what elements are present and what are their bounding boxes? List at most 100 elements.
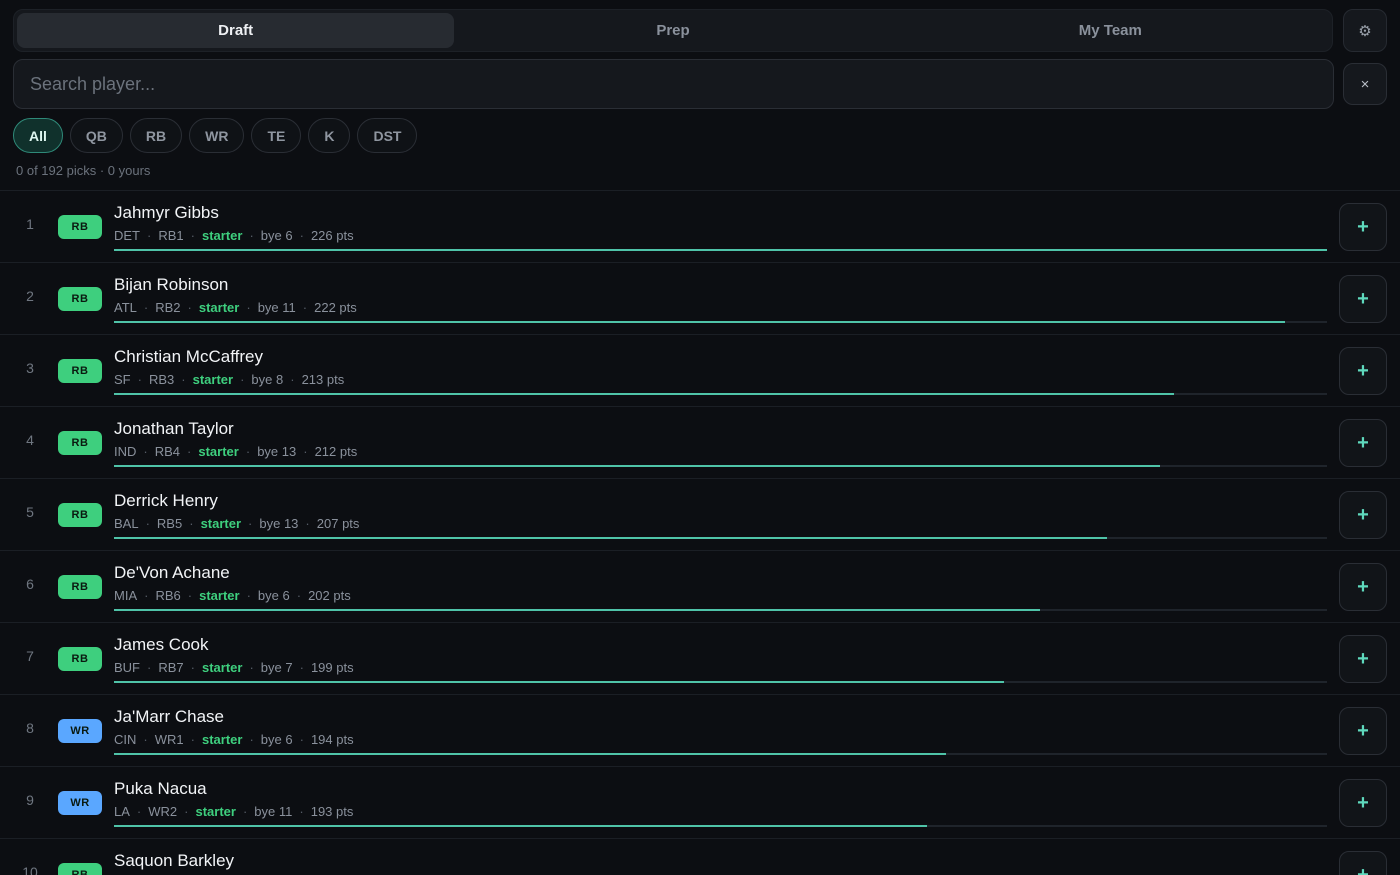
filter-dst[interactable]: DST [357,118,418,153]
close-icon: × [1360,75,1370,93]
search-input[interactable] [13,59,1334,109]
separator: · [242,804,248,819]
filter-qb[interactable]: QB [69,118,123,153]
player-bye: bye 13 [259,516,299,531]
player-meta: BAL · RB5 · starter · bye 13 · 207 pts [114,516,359,531]
player-name[interactable]: Ja'Marr Chase [114,707,224,727]
player-name[interactable]: Jahmyr Gibbs [114,203,219,223]
player-row[interactable]: 9 WR Puka Nacua LA · WR2 · starter · bye 11 · 19… [0,767,1400,839]
value-bar [114,681,1327,683]
player-position-rank: RB5 [156,516,183,531]
separator: · [189,516,194,531]
player-team: CIN [114,732,137,747]
separator: · [184,804,189,819]
filter-te[interactable]: TE [251,118,302,153]
add-player-button[interactable]: + [1339,491,1387,539]
separator: · [249,660,254,675]
player-rank: 4 [26,432,34,448]
player-row[interactable]: 6 RB De'Von Achane MIA · RB6 · starter · bye 6… [0,551,1400,623]
player-points: 194 pts [310,732,354,747]
tab-my-team[interactable]: My Team [892,13,1329,48]
separator: · [302,300,308,315]
separator: · [190,660,195,675]
player-row[interactable]: 10 RB Saquon Barkley + [0,839,1400,875]
player-row[interactable]: 1 RB Jahmyr Gibbs DET · RB1 · starter · bye 6 ·… [0,191,1400,263]
player-name[interactable]: De'Von Achane [114,563,230,583]
separator: · [299,228,304,243]
plus-icon: + [1357,431,1369,454]
plus-icon: + [1357,791,1369,814]
separator: · [248,516,253,531]
player-points: 213 pts [301,372,345,387]
player-position-rank: RB6 [155,588,181,603]
top-nav: Draft Prep My Team ⚙ [13,9,1387,53]
tab-bar: Draft Prep My Team [13,9,1333,52]
settings-button[interactable]: ⚙ [1343,9,1387,52]
player-name[interactable]: Christian McCaffrey [114,347,263,367]
add-player-button[interactable]: + [1339,563,1387,611]
add-player-button[interactable]: + [1339,779,1387,827]
player-row[interactable]: 4 RB Jonathan Taylor IND · RB4 · starter · bye… [0,407,1400,479]
tab-prep[interactable]: Prep [454,13,891,48]
add-player-button[interactable]: + [1339,203,1387,251]
pick-summary: 0 of 192 picks · 0 yours [16,163,151,178]
value-bar [114,321,1327,323]
player-points: 193 pts [310,804,354,819]
filter-k[interactable]: K [308,118,351,153]
value-bar [114,753,1327,755]
player-name[interactable]: James Cook [114,635,208,655]
value-bar-fill [114,681,1005,683]
value-bar-fill [114,753,947,755]
add-player-button[interactable]: + [1339,707,1387,755]
player-bye: bye 6 [260,732,293,747]
add-player-button[interactable]: + [1339,419,1387,467]
add-player-button[interactable]: + [1339,347,1387,395]
plus-icon: + [1357,575,1369,598]
player-team: IND [114,444,137,459]
separator: · [187,444,192,459]
filter-rb[interactable]: RB [129,118,183,153]
player-status: starter [198,300,240,315]
player-row[interactable]: 3 RB Christian McCaffrey SF · RB3 · starter ·… [0,335,1400,407]
plus-icon: + [1357,287,1369,310]
player-row[interactable]: 8 WR Ja'Marr Chase CIN · WR1 · starter · bye 6… [0,695,1400,767]
position-filters: All QB RB WR TE K DST [13,118,418,153]
player-meta: SF · RB3 · starter · bye 8 · 213 pts [114,372,344,387]
separator: · [190,228,195,243]
player-name[interactable]: Saquon Barkley [114,851,234,871]
player-rank: 2 [26,288,34,304]
value-bar [114,393,1327,395]
player-name[interactable]: Derrick Henry [114,491,218,511]
value-bar-fill [114,249,1327,251]
filter-wr[interactable]: WR [189,118,245,153]
player-team: DET [114,228,140,243]
player-name[interactable]: Bijan Robinson [114,275,228,295]
player-status: starter [201,732,243,747]
value-bar [114,465,1327,467]
player-rank: 8 [26,720,34,736]
separator: · [245,444,251,459]
separator: · [246,300,251,315]
separator: · [143,444,148,459]
player-points: 202 pts [308,588,351,603]
filter-all[interactable]: All [13,118,63,153]
value-bar-fill [114,465,1160,467]
add-player-button[interactable]: + [1339,851,1387,875]
player-row[interactable]: 7 RB James Cook BUF · RB7 · starter · bye 7 · 19… [0,623,1400,695]
player-meta: LA · WR2 · starter · bye 11 · 193 pts [114,804,353,819]
player-name[interactable]: Puka Nacua [114,779,207,799]
add-player-button[interactable]: + [1339,635,1387,683]
player-meta: MIA · RB6 · starter · bye 6 · 202 pts [114,588,351,603]
player-row[interactable]: 5 RB Derrick Henry BAL · RB5 · starter · bye 1… [0,479,1400,551]
clear-search-button[interactable]: × [1343,63,1387,105]
player-name[interactable]: Jonathan Taylor [114,419,234,439]
player-team: BUF [114,660,140,675]
player-bye: bye 13 [257,444,297,459]
player-rank: 10 [22,864,38,875]
add-player-button[interactable]: + [1339,275,1387,323]
tab-draft[interactable]: Draft [17,13,455,48]
separator: · [143,300,149,315]
player-meta: BUF · RB7 · starter · bye 7 · 199 pts [114,660,354,675]
player-row[interactable]: 2 RB Bijan Robinson ATL · RB2 · starter · bye … [0,263,1400,335]
player-position-rank: WR2 [148,804,178,819]
